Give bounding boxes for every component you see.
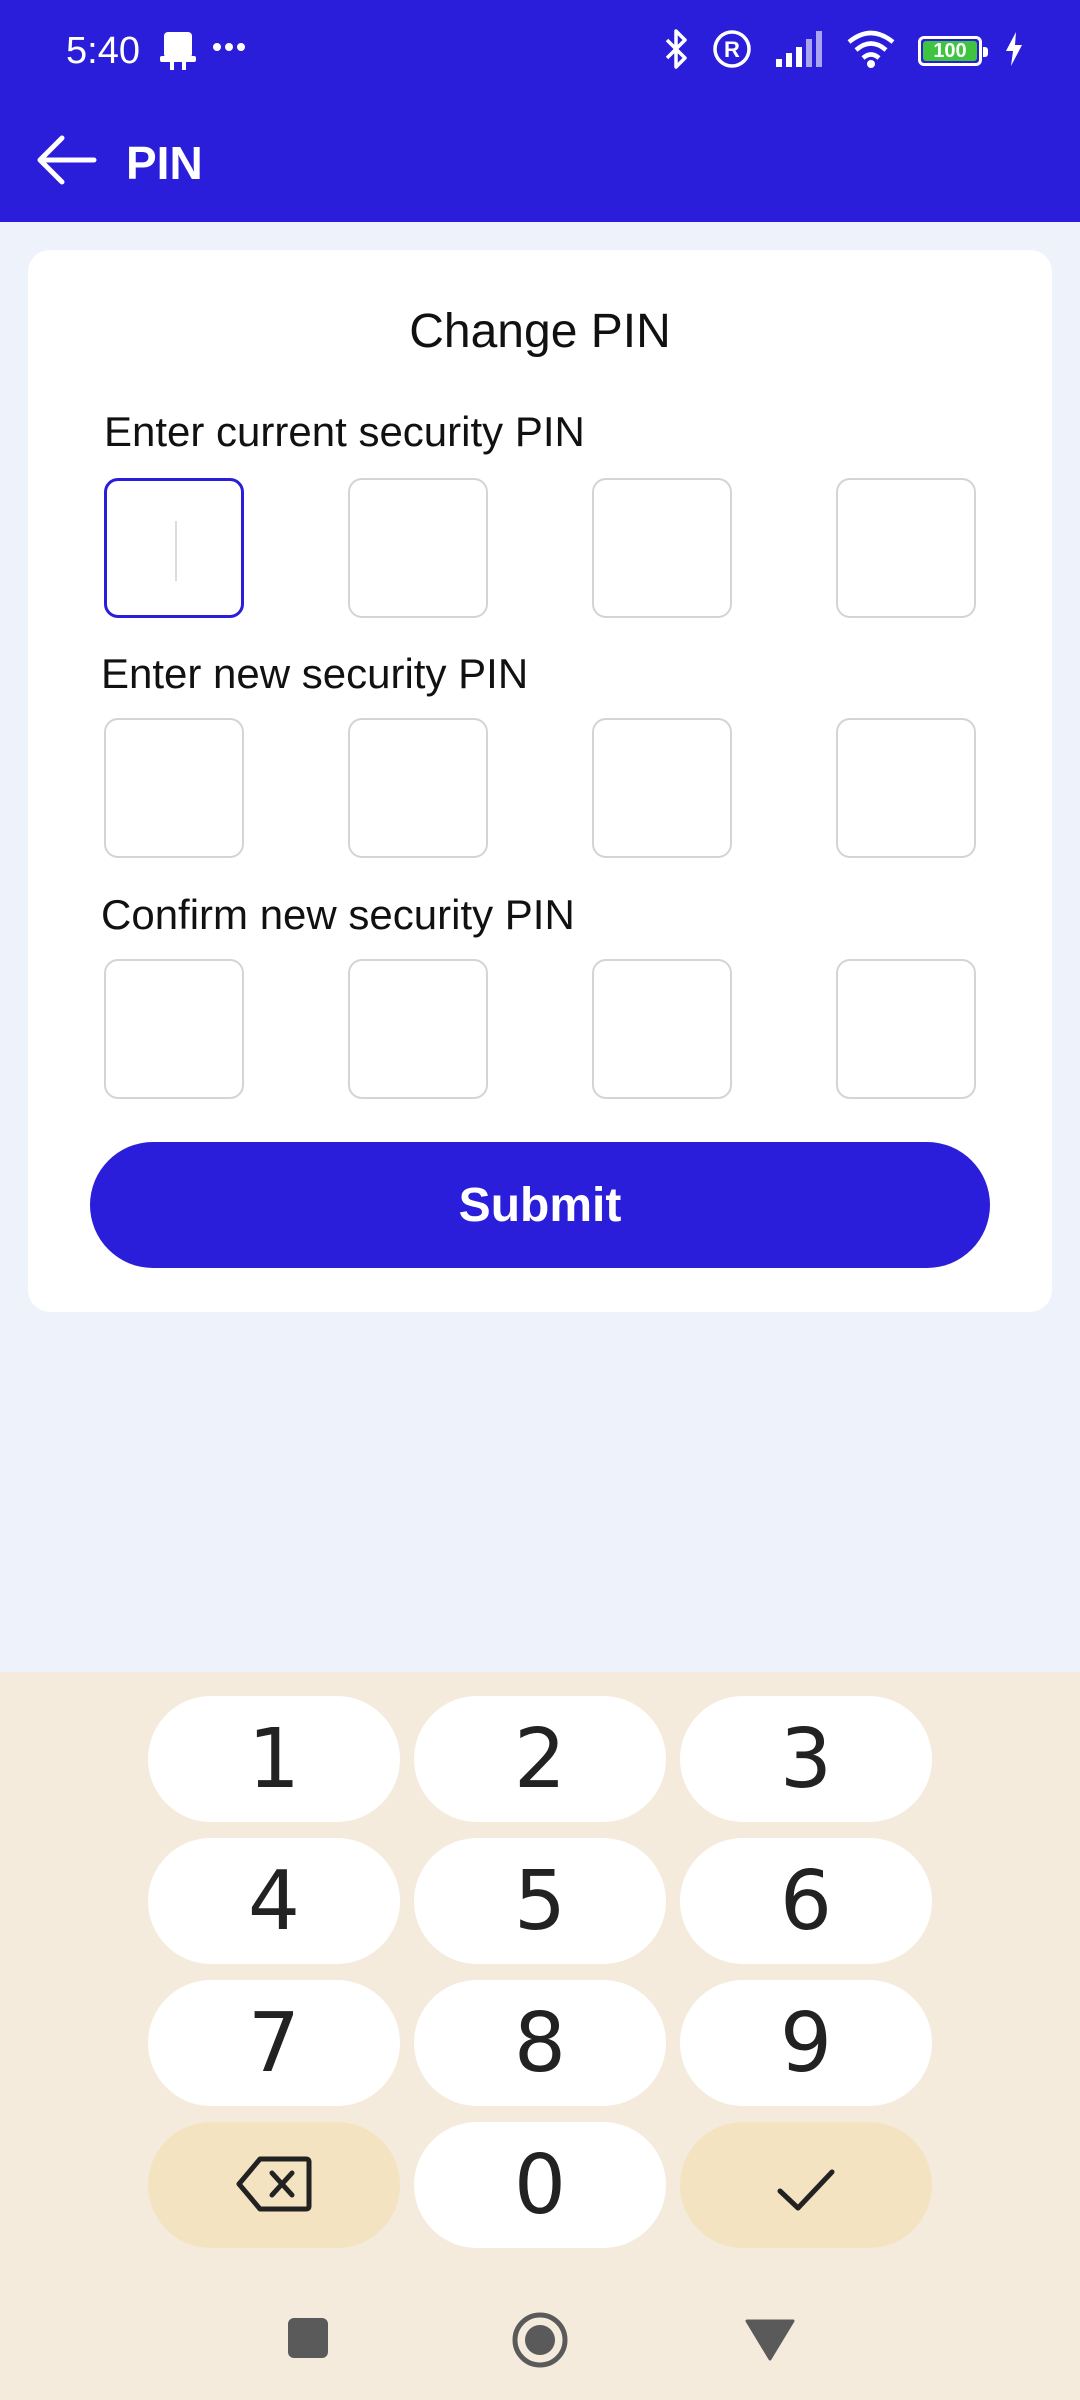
new-pin-label: Enter new security PIN [101,650,529,697]
more-dots-icon [212,40,246,58]
change-pin-card: Change PIN Enter current security PIN En… [28,250,1052,1312]
key-5[interactable]: 5 [414,1838,666,1964]
battery-icon: 100 [918,36,988,66]
back-button[interactable] [26,130,106,194]
checkmark-icon [776,2138,836,2233]
confirm-pin-label: Confirm new security PIN [101,891,575,938]
key-8[interactable]: 8 [414,1980,666,2106]
signal-icon [774,30,824,72]
new-pin-digit-2[interactable] [348,718,488,858]
key-9[interactable]: 9 [680,1980,932,2106]
bluetooth-icon [664,28,690,75]
card-title: Change PIN [409,305,671,358]
home-button[interactable] [508,2310,572,2374]
new-pin-digit-4[interactable] [836,718,976,858]
confirm-key[interactable] [680,2122,932,2248]
status-bar: 5:40 R 100 [0,0,1080,100]
key-0[interactable]: 0 [414,2122,666,2248]
key-7[interactable]: 7 [148,1980,400,2106]
current-pin-digit-3[interactable] [592,478,732,618]
new-pin-row [104,718,976,858]
text-caret [175,521,177,581]
current-pin-digit-4[interactable] [836,478,976,618]
current-pin-label: Enter current security PIN [104,408,585,455]
status-icons: R 100 [664,28,1024,74]
app-bar: 5:40 R 100 PIN [0,0,1080,222]
confirm-pin-digit-2[interactable] [348,959,488,1099]
backspace-key[interactable] [148,2122,400,2248]
back-triangle-icon [745,2319,795,2366]
arrow-left-icon [34,134,98,191]
key-2[interactable]: 2 [414,1696,666,1822]
toolbar: PIN [0,112,1080,212]
battery-level: 100 [933,39,967,62]
recents-square-icon [287,2317,329,2364]
confirm-pin-digit-4[interactable] [836,959,976,1099]
key-6[interactable]: 6 [680,1838,932,1964]
status-time: 5:40 [66,30,140,72]
charging-icon [1004,31,1024,71]
confirm-pin-digit-3[interactable] [592,959,732,1099]
current-pin-digit-1[interactable] [104,478,244,618]
notification-icon [158,28,198,77]
submit-button[interactable]: Submit [90,1142,990,1268]
current-pin-digit-2[interactable] [348,478,488,618]
back-nav-button[interactable] [738,2312,802,2372]
confirm-pin-row [104,959,976,1099]
new-pin-digit-1[interactable] [104,718,244,858]
new-pin-digit-3[interactable] [592,718,732,858]
backspace-icon [236,2138,312,2233]
current-pin-row [104,478,976,618]
page-title: PIN [126,137,203,189]
confirm-pin-digit-1[interactable] [104,959,244,1099]
home-circle-icon [510,2310,570,2375]
wifi-icon [846,30,896,73]
key-4[interactable]: 4 [148,1838,400,1964]
numeric-keyboard: 1 2 3 4 5 6 7 8 9 0 [0,1672,1080,2400]
registered-icon: R [712,29,752,74]
svg-text:R: R [724,37,740,62]
key-1[interactable]: 1 [148,1696,400,1822]
recents-button[interactable] [280,2312,336,2368]
key-3[interactable]: 3 [680,1696,932,1822]
